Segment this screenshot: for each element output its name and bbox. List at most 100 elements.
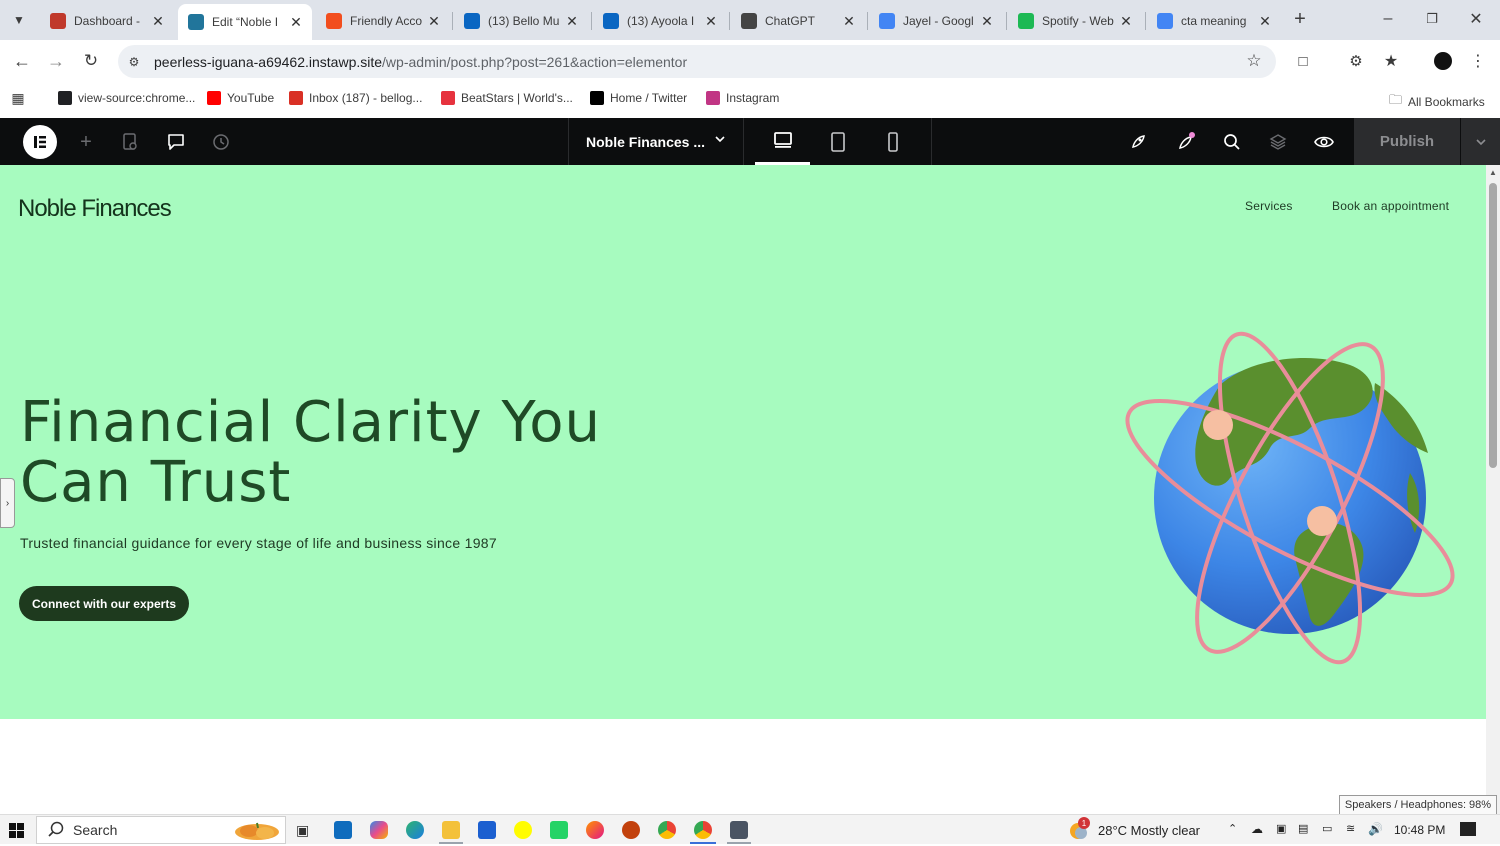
elementor-logo-icon[interactable] — [23, 125, 57, 159]
tab-separator — [591, 12, 592, 30]
mobile-mode-icon[interactable] — [865, 118, 920, 165]
notifications-icon[interactable] — [1174, 130, 1198, 154]
bookmark-item[interactable]: view-source:chrome... — [58, 91, 195, 105]
copilot-app-icon[interactable] — [370, 821, 388, 839]
chrome-app-icon[interactable] — [658, 821, 676, 839]
devtools-extension-icon[interactable]: ⚙ — [1346, 51, 1366, 71]
bookmark-star-icon[interactable]: ☆ — [1244, 51, 1264, 71]
bookmark-item[interactable]: Home / Twitter — [590, 91, 687, 105]
browser-tab[interactable]: Spotify - Web ✕ — [1008, 6, 1142, 36]
google-icon — [1157, 13, 1173, 29]
browser-tab[interactable]: (13) Bello Mu ✕ — [454, 6, 588, 36]
publish-options-chevron-icon[interactable] — [1461, 118, 1500, 165]
wifi-icon[interactable]: ≊ — [1346, 822, 1355, 835]
url-text[interactable]: peerless-iguana-a69462.instawp.site/wp-a… — [154, 54, 687, 70]
show-hidden-icons-chevron-icon[interactable]: ⌃ — [1228, 822, 1237, 835]
minimize-window-button[interactable]: – — [1378, 8, 1398, 30]
brave-app-icon[interactable] — [622, 821, 640, 839]
chrome-active-app-icon[interactable] — [694, 821, 712, 839]
bookmark-item[interactable]: Instagram — [706, 91, 779, 105]
scrollbar-thumb[interactable] — [1489, 183, 1497, 468]
clock-time[interactable]: 10:48 PM — [1394, 823, 1445, 837]
finder-search-icon[interactable] — [1220, 130, 1244, 154]
address-bar[interactable]: ⚙ peerless-iguana-a69462.instawp.site/wp… — [118, 45, 1276, 78]
battery-icon[interactable]: ▭ — [1322, 822, 1332, 835]
close-tab-icon[interactable]: ✕ — [1257, 13, 1273, 30]
close-tab-icon[interactable]: ✕ — [564, 13, 580, 30]
close-tab-icon[interactable]: ✕ — [288, 14, 304, 31]
favorites-icon[interactable]: ★ — [1381, 51, 1401, 71]
browser-tab[interactable]: (13) Ayoola I ✕ — [593, 6, 727, 36]
scroll-up-arrow-icon[interactable]: ▲ — [1489, 168, 1497, 177]
screenshot-tool-icon[interactable]: ▤ — [1298, 822, 1308, 835]
browser-tab[interactable]: Edit “Noble I ✕ — [178, 4, 312, 40]
whatsapp-app-icon[interactable] — [550, 821, 568, 839]
profile-avatar[interactable] — [1434, 52, 1452, 70]
close-tab-icon[interactable]: ✕ — [703, 13, 719, 30]
publish-button[interactable]: Publish — [1354, 118, 1460, 165]
reload-icon[interactable]: ↻ — [81, 51, 101, 71]
ms-store-app-icon[interactable] — [478, 821, 496, 839]
restore-window-button[interactable]: ❐ — [1422, 8, 1442, 30]
tab-separator — [729, 12, 730, 30]
close-tab-icon[interactable]: ✕ — [979, 13, 995, 30]
structure-layers-icon[interactable] — [1266, 130, 1290, 154]
snapchat-app-icon[interactable] — [514, 821, 532, 839]
extensions-icon[interactable]: □ — [1293, 51, 1313, 71]
bookmark-item[interactable]: YouTube — [207, 91, 274, 105]
browser-tab[interactable]: Friendly Acco ✕ — [316, 6, 450, 36]
onedrive-cloud-icon[interactable]: ☁ — [1251, 822, 1263, 836]
launch-rocket-icon[interactable] — [1126, 130, 1150, 154]
volume-speaker-icon[interactable]: 🔊 — [1368, 822, 1383, 836]
all-bookmarks-folder[interactable]: 🗀 All Bookmarks — [1389, 91, 1485, 113]
comments-icon[interactable] — [164, 130, 188, 154]
bookmark-item[interactable]: Inbox (187) - bellog... — [289, 91, 422, 105]
document-name-dropdown[interactable]: Noble Finances ... — [568, 118, 744, 165]
site-logo[interactable]: Noble Finances — [18, 195, 172, 223]
page-settings-icon[interactable] — [118, 130, 142, 154]
close-tab-icon[interactable]: ✕ — [426, 13, 442, 30]
forward-icon[interactable]: → — [46, 51, 66, 71]
apps-grid-icon[interactable]: ▦ — [10, 90, 26, 106]
browser-tab[interactable]: cta meaning ✕ — [1147, 6, 1281, 36]
close-window-button[interactable]: ✕ — [1466, 8, 1486, 30]
weather-text[interactable]: 28°C Mostly clear — [1098, 823, 1200, 838]
task-view-icon[interactable]: ▣ — [296, 822, 309, 839]
edge-app-icon[interactable] — [406, 821, 424, 839]
meet-now-icon[interactable]: ▣ — [1276, 822, 1286, 835]
file-explorer-app-icon[interactable] — [442, 821, 460, 839]
bookmark-favicon-icon — [289, 91, 303, 105]
nav-link-services[interactable]: Services — [1245, 199, 1293, 213]
chatgpt-icon — [741, 13, 757, 29]
windows-start-icon[interactable] — [9, 823, 24, 838]
desktop-mode-icon[interactable] — [755, 118, 810, 165]
wordpress-icon — [188, 14, 204, 30]
tablet-mode-icon[interactable] — [810, 118, 865, 165]
taskbar-search-box[interactable]: Search — [36, 816, 286, 844]
notification-center-icon[interactable] — [1460, 822, 1476, 836]
hero-section[interactable]: Noble Finances Services Book an appointm… — [0, 165, 1486, 719]
panel-toggle-chevron-icon[interactable]: › — [0, 478, 15, 528]
history-icon[interactable] — [209, 130, 233, 154]
cta-button[interactable]: Connect with our experts — [19, 586, 189, 621]
calculator-app-icon[interactable] — [730, 821, 748, 839]
new-tab-button[interactable]: + — [1290, 8, 1310, 30]
back-icon[interactable]: ← — [12, 51, 32, 71]
browser-tab[interactable]: Jayel - Googl ✕ — [869, 6, 1003, 36]
preview-eye-icon[interactable] — [1312, 130, 1336, 154]
browser-tab[interactable]: Dashboard - ✕ — [40, 6, 174, 36]
close-tab-icon[interactable]: ✕ — [841, 13, 857, 30]
site-settings-icon[interactable]: ⚙ — [124, 52, 144, 72]
close-tab-icon[interactable]: ✕ — [150, 13, 166, 30]
weather-icon[interactable]: 1 — [1068, 817, 1090, 841]
browser-tab[interactable]: ChatGPT ✕ — [731, 6, 865, 36]
outlook-app-icon[interactable] — [334, 821, 352, 839]
browser-menu-icon[interactable]: ⋮ — [1470, 51, 1486, 71]
nav-link-book-appointment[interactable]: Book an appointment — [1332, 199, 1449, 213]
add-element-icon[interactable]: + — [74, 130, 98, 154]
tab-search-dropdown-icon[interactable]: ▼ — [8, 10, 30, 30]
bookmark-item[interactable]: BeatStars | World's... — [441, 91, 573, 105]
close-tab-icon[interactable]: ✕ — [1118, 13, 1134, 30]
firefox-app-icon[interactable] — [586, 821, 604, 839]
canvas-scrollbar[interactable]: ▲ — [1486, 165, 1500, 814]
